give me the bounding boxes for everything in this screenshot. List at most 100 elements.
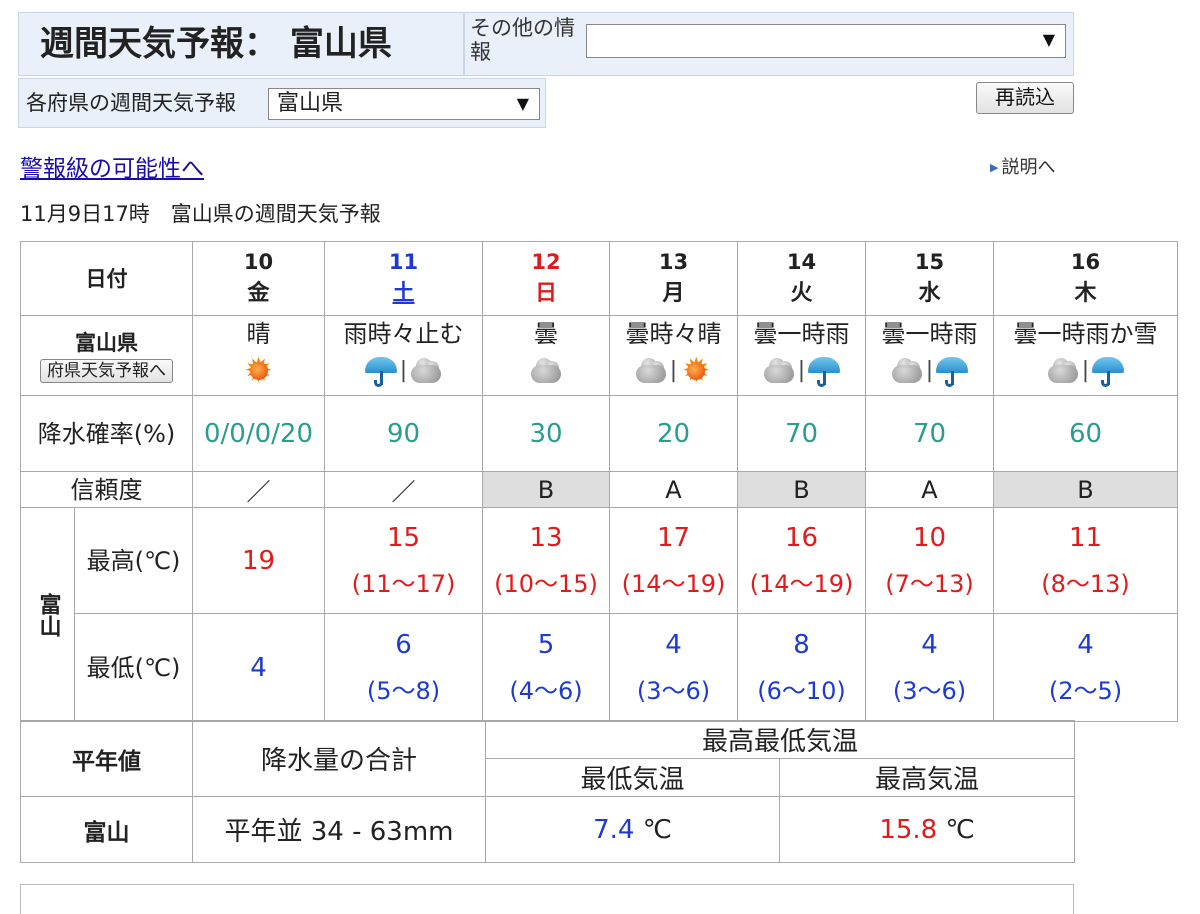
pop-value: 0/0/0/20 [192, 395, 325, 472]
dropdown-arrow-icon: ▼ [516, 94, 529, 113]
day-number: 12 [531, 249, 561, 274]
weather-icons [484, 351, 609, 391]
umbrella-icon [363, 353, 399, 389]
min-temp-value: 4 [921, 629, 938, 660]
max-temp-cell: 13 (10～15) [482, 507, 610, 614]
date-cell: 10 金 [192, 241, 325, 316]
min-temp-range: (2～5) [1048, 676, 1123, 705]
max-temp-cell: 10 (7～13) [865, 507, 994, 614]
sun-icon: ✹ [678, 353, 714, 389]
next-section-panel [20, 884, 1074, 914]
min-temp-label: 最低(℃) [74, 613, 193, 722]
weather-text: 晴 [246, 319, 271, 348]
cloud-icon [528, 353, 564, 389]
weather-icons: | [867, 351, 993, 391]
max-temp-row: 富山 最高(℃) 19 15 (11～17) 13 (10～15) 17 (14～19) 16… [20, 507, 1178, 722]
min-temp-cell: 6 (5～8) [324, 613, 483, 722]
pop-value: 30 [482, 395, 610, 472]
pop-value: 20 [609, 395, 738, 472]
normal-max-cell: 15.8 ℃ [778, 796, 1076, 863]
help-link[interactable]: ▶ 説明へ [990, 155, 1055, 181]
normals-table: 平年値 降水量の合計 最高最低気温 最低気温 最高気温 富山 平年並 34 - … [20, 720, 1076, 863]
normals-header: 平年値 [20, 720, 193, 797]
temp-normals-group-label: 最高最低気温 [484, 720, 1076, 759]
weather-icons: ✹ [194, 351, 324, 391]
separator: | [925, 357, 934, 383]
max-temp-range: (10～15) [494, 569, 598, 598]
min-temp-range: (3～6) [892, 676, 967, 705]
unit-label: ℃ [945, 814, 975, 845]
reliability-label: 信頼度 [20, 471, 193, 508]
separator: | [399, 357, 408, 383]
weekday: 土 [392, 280, 415, 306]
precip-normal-value: 平年並 34 - 63mm [192, 796, 486, 863]
weather-text: 曇一時雨 [753, 319, 850, 348]
cloud-icon [1045, 353, 1081, 389]
prefecture-select[interactable]: 富山県 ▼ [268, 88, 540, 120]
weekday: 月 [662, 280, 685, 306]
weather-cell: 曇一時雨 | [865, 315, 994, 396]
day-number: 10 [243, 249, 274, 274]
max-temp-label: 最高(℃) [74, 507, 193, 614]
pop-value: 60 [993, 395, 1178, 472]
max-temp-value: 13 [529, 522, 563, 553]
day-number: 15 [914, 249, 945, 274]
weekday: 木 [1074, 280, 1097, 306]
date-cell: 16 木 [993, 241, 1178, 316]
station-cell: 富山 [20, 507, 75, 722]
weather-icons: | [995, 351, 1177, 391]
normal-max-value: 15.8 [879, 814, 938, 845]
reload-button[interactable]: 再読込 [976, 82, 1074, 114]
warning-possibility-link[interactable]: 警報級の可能性へ [20, 152, 204, 186]
min-temp-value: 4 [665, 629, 682, 660]
pop-value: 90 [324, 395, 483, 472]
weather-cell: 曇一時雨か雪 | [993, 315, 1178, 396]
weather-icons: |✹ [611, 351, 737, 391]
day-number: 11 [388, 249, 419, 274]
weather-text: 曇 [534, 319, 558, 348]
separator: | [669, 357, 678, 383]
date-cell: 12 日 [482, 241, 610, 316]
reliability-value: ／ [324, 471, 483, 508]
region-label: 富山県 [75, 330, 138, 355]
date-cell: 14 火 [737, 241, 866, 316]
max-temp-value: 15 [386, 522, 421, 553]
weather-text: 曇時々晴 [625, 319, 722, 348]
cloud-icon [761, 353, 797, 389]
day-number: 13 [658, 249, 689, 274]
reliability-value: ／ [192, 471, 325, 508]
min-temp-value: 5 [537, 629, 555, 660]
day-number: 16 [1070, 249, 1101, 274]
day-number: 14 [786, 249, 817, 274]
weekday: 金 [247, 280, 270, 306]
weather-text: 雨時々止む [343, 319, 464, 348]
min-temp-range: (3～6) [636, 676, 711, 705]
station-label: 富山 [35, 592, 61, 637]
pop-row: 降水確率(%) 0/0/0/20 90 30 20 70 70 60 [20, 395, 1178, 472]
max-temp-range: (7～13) [885, 569, 974, 598]
min-temp-value: 4 [250, 652, 267, 683]
max-temp-cell: 16 (14～19) [737, 507, 866, 614]
unit-label: ℃ [642, 814, 672, 845]
max-temp-value: 19 [241, 545, 276, 576]
normal-min-label: 最低気温 [485, 758, 780, 797]
max-temp-cell: 11 (8～13) [993, 507, 1178, 614]
reliability-value: B [482, 471, 610, 508]
weather-row: 富山県 府県天気予報へ 晴✹雨時々止む|曇曇時々晴|✹曇一時雨|曇一時雨|曇一時… [20, 315, 1178, 396]
min-temp-value: 6 [395, 629, 412, 660]
other-info-select[interactable]: ▼ [586, 24, 1066, 58]
reliability-value: A [609, 471, 738, 508]
max-temp-value: 17 [656, 522, 691, 553]
weather-text: 曇一時雨 [881, 319, 978, 348]
normal-max-label: 最高気温 [778, 758, 1076, 797]
reliability-row: 信頼度 ／／ B A B A B [20, 471, 1178, 508]
weather-cell: 曇時々晴 |✹ [609, 315, 738, 396]
region-cell: 富山県 府県天気予報へ [20, 315, 193, 396]
prefecture-forecast-button[interactable]: 府県天気予報へ [40, 358, 173, 383]
date-row: 日付 10 金 11 土 12 日 13 月 14 火 15 水 16 木 [20, 241, 1178, 316]
issued-time: 11月9日17時 富山県の週間天気予報 [20, 202, 381, 226]
page-title: 週間天気予報： 富山県 [40, 24, 392, 64]
max-temp-cell: 17 (14～19) [609, 507, 738, 614]
min-temp-value: 4 [1077, 629, 1094, 660]
min-temp-range: (6～10) [757, 676, 846, 705]
